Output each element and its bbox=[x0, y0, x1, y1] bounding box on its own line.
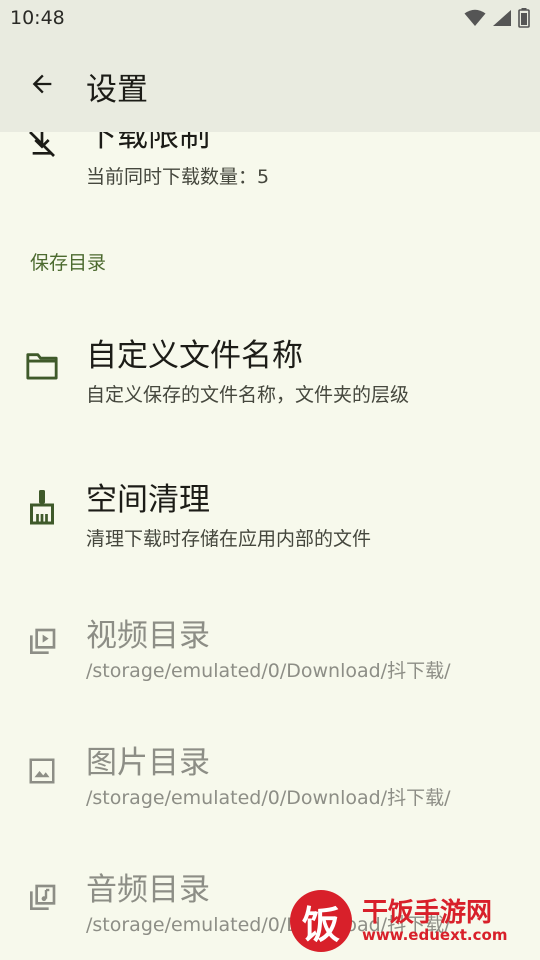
folder-icon bbox=[24, 348, 60, 384]
settings-list[interactable]: 下载限制 当前同时下载数量：5 保存目录 自定义文件名称 自定义保存的文件名称，… bbox=[0, 132, 540, 960]
music-library-icon bbox=[24, 880, 60, 916]
setting-subtitle: 自定义保存的文件名称，文件夹的层级 bbox=[86, 384, 410, 406]
video-library-icon bbox=[24, 624, 60, 660]
setting-download-limit[interactable]: 下载限制 当前同时下载数量：5 bbox=[0, 132, 540, 206]
status-time: 10:48 bbox=[10, 7, 65, 29]
status-icons bbox=[464, 8, 530, 28]
setting-video-directory[interactable]: 视频目录 /storage/emulated/0/Download/抖下载/ bbox=[0, 600, 540, 710]
setting-title: 自定义文件名称 bbox=[86, 338, 303, 374]
setting-title: 视频目录 bbox=[86, 618, 210, 654]
watermark-name: 干饭手游网 bbox=[362, 898, 493, 928]
watermark-logo: 饭 干饭手游网 www.eduext.com bbox=[290, 890, 530, 952]
setting-title: 图片目录 bbox=[86, 745, 210, 781]
setting-subtitle: 当前同时下载数量：5 bbox=[86, 166, 270, 188]
setting-subtitle: /storage/emulated/0/Download/抖下载/ bbox=[86, 660, 451, 682]
setting-space-cleanup[interactable]: 空间清理 清理下载时存储在应用内部的文件 bbox=[0, 462, 540, 572]
setting-subtitle: 清理下载时存储在应用内部的文件 bbox=[86, 528, 372, 550]
watermark-url: www.eduext.com bbox=[362, 926, 508, 944]
setting-image-directory[interactable]: 图片目录 /storage/emulated/0/Download/抖下载/ bbox=[0, 727, 540, 837]
app-bar: 设置 bbox=[0, 36, 540, 132]
watermark-badge: 饭 bbox=[290, 890, 352, 952]
image-icon bbox=[24, 753, 60, 789]
back-button[interactable] bbox=[20, 62, 64, 106]
setting-custom-file-name[interactable]: 自定义文件名称 自定义保存的文件名称，文件夹的层级 bbox=[0, 318, 540, 428]
arrow-back-icon bbox=[32, 74, 52, 94]
setting-subtitle: /storage/emulated/0/Download/抖下载/ bbox=[86, 787, 451, 809]
status-bar: 10:48 bbox=[0, 0, 540, 36]
section-header-save-directory: 保存目录 bbox=[30, 252, 107, 274]
wifi-icon bbox=[464, 9, 486, 26]
download-off-icon bbox=[24, 132, 60, 162]
battery-icon bbox=[518, 8, 530, 28]
setting-title: 音频目录 bbox=[86, 872, 210, 908]
signal-icon bbox=[493, 10, 511, 26]
page-title: 设置 bbox=[86, 72, 148, 108]
broom-icon bbox=[24, 490, 60, 526]
setting-title: 空间清理 bbox=[86, 482, 210, 518]
setting-title: 下载限制 bbox=[86, 132, 210, 154]
